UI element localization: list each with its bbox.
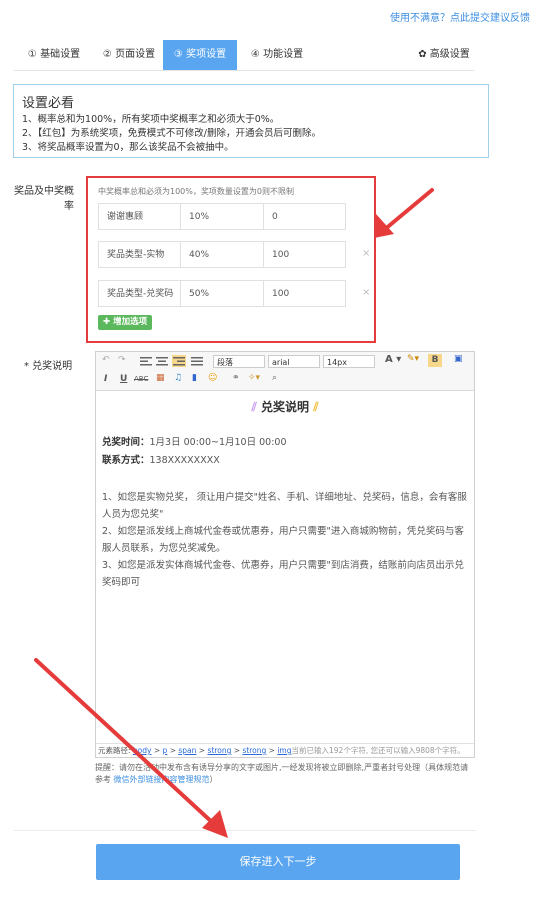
undo-icon[interactable]: ↶ xyxy=(102,355,110,365)
font-size-select[interactable]: 14px xyxy=(323,355,375,368)
divider xyxy=(14,830,476,831)
search-icon[interactable]: ⌕ xyxy=(272,373,277,383)
contact-line: 联系方式：138XXXXXXXX xyxy=(102,452,468,469)
content-reminder: 提醒：请勿在活动中发布含有诱导分享的文字或图片,一经发现将被立即删除,严重者封号… xyxy=(95,762,475,786)
tab-page-settings[interactable]: ② 页面设置 xyxy=(94,40,164,70)
video-icon[interactable]: ▮ xyxy=(192,373,197,383)
prize-name-input[interactable]: 谢谢惠顾 xyxy=(98,203,181,230)
prize-row: 奖品类型-实物 40% 100 xyxy=(98,241,346,268)
content-paragraph: 3、如您是派发实体商城代金卷、优惠券，用户只需要"到店消费，结账前向店员出示兑奖… xyxy=(102,560,464,588)
tab-basic-settings[interactable]: ① 基础设置 xyxy=(20,40,88,70)
image-icon[interactable]: ▦ xyxy=(156,373,165,383)
music-icon[interactable]: ♫ xyxy=(174,373,182,383)
underline-button[interactable]: U xyxy=(120,374,127,384)
rich-text-editor[interactable]: ↶ ↷ 段落 arial 14px A ▾ ✎▾ B ▣ I U ABC ▦ ♫… xyxy=(95,351,475,758)
prize-quantity-input[interactable]: 0 xyxy=(263,203,346,230)
editor-toolbar: ↶ ↷ 段落 arial 14px A ▾ ✎▾ B ▣ I U ABC ▦ ♫… xyxy=(96,352,474,391)
time-label: 兑奖时间： xyxy=(102,437,150,448)
feedback-link[interactable]: 使用不满意？点此提交建议反馈 xyxy=(390,9,530,24)
align-center-icon[interactable] xyxy=(156,357,168,366)
prize-probability-input[interactable]: 40% xyxy=(180,241,264,268)
path-link[interactable]: img xyxy=(277,746,291,755)
add-option-button[interactable]: ✚ 增加选项 xyxy=(98,315,153,330)
highlight-color-icon[interactable]: ✎▾ xyxy=(407,354,419,364)
char-count: 当前已输入192个字符, 您还可以输入9808个字符。 xyxy=(291,746,465,755)
save-next-button[interactable]: 保存进入下一步 xyxy=(96,844,460,880)
prize-quantity-input[interactable]: 100 xyxy=(263,241,346,268)
prize-quantity-input[interactable]: 100 xyxy=(263,280,346,307)
preview-icon[interactable]: ▣ xyxy=(454,354,463,364)
emoji-icon[interactable]: ☺ xyxy=(208,373,217,383)
contact-value: 138XXXXXXXX xyxy=(149,455,220,466)
exchange-time-line: 兑奖时间：1月3日 00:00~1月10日 00:00 xyxy=(102,434,468,451)
element-path-bar: 元素路径: body > p > span > strong > strong … xyxy=(96,743,474,757)
notice-line: 1、概率总和为100%，所有奖项中奖概率之和必须大于0%。 xyxy=(22,114,280,125)
decoration-icon: ⫽ xyxy=(251,400,257,414)
settings-tabs: ① 基础设置 ② 页面设置 ③ 奖项设置 ④ 功能设置 ✿ 高级设置 xyxy=(14,40,474,71)
prize-row: 谢谢惠顾 10% 0 xyxy=(98,203,346,230)
font-family-select[interactable]: arial xyxy=(268,355,320,368)
format-brush-icon[interactable]: ✧▾ xyxy=(248,373,260,383)
prize-name-input[interactable]: 奖品类型-兑奖码 xyxy=(98,280,181,307)
remove-row-icon[interactable]: × xyxy=(362,248,370,259)
prize-label-line: 奖品及中奖概 xyxy=(14,186,74,197)
content-paragraph: 2、如您是派发线上商城代金卷或优惠券，用户只需要"进入商城购物前，凭兑奖码与客服… xyxy=(102,526,464,554)
content-title: ⫽ 兑奖说明 ⫽ xyxy=(102,398,468,415)
italic-button[interactable]: I xyxy=(104,374,107,384)
prize-name-input[interactable]: 奖品类型-实物 xyxy=(98,241,181,268)
link-icon[interactable]: ⚭ xyxy=(232,373,240,383)
prize-section-label: 奖品及中奖概 率 xyxy=(10,184,74,214)
align-left-icon[interactable] xyxy=(140,357,152,366)
content-title-text: 兑奖说明 xyxy=(260,400,309,414)
align-right-icon[interactable] xyxy=(172,355,186,367)
tab-advanced-settings[interactable]: ✿ 高级设置 xyxy=(414,40,474,70)
path-link[interactable]: span xyxy=(178,746,196,755)
bold-button[interactable]: B xyxy=(428,354,442,367)
path-prefix: 元素路径: xyxy=(98,746,133,755)
prize-probability-input[interactable]: 50% xyxy=(180,280,264,307)
path-link[interactable]: strong xyxy=(242,746,266,755)
regulation-link[interactable]: 微信外部链接内容管理规范 xyxy=(114,775,210,784)
align-justify-icon[interactable] xyxy=(191,357,203,366)
time-value: 1月3日 00:00~1月10日 00:00 xyxy=(149,437,287,448)
tab-function-settings[interactable]: ④ 功能设置 xyxy=(242,40,312,70)
contact-label: 联系方式： xyxy=(102,455,150,466)
exchange-instructions-label: * 兑奖说明 xyxy=(24,361,73,372)
arrow-to-prize-table xyxy=(374,188,434,238)
redo-icon[interactable]: ↷ xyxy=(118,355,126,365)
prize-table-highlight: 中奖概率总和必须为100%，奖项数量设置为0则不限制 谢谢惠顾 10% 0 奖品… xyxy=(86,176,376,343)
notice-line: 2、【红包】为系统奖项，免费模式不可修改/删除，开通会员后可删除。 xyxy=(22,128,321,139)
path-link[interactable]: strong xyxy=(207,746,231,755)
prize-label-line: 率 xyxy=(64,201,74,212)
remove-row-icon[interactable]: × xyxy=(362,287,370,298)
notice-line: 3、将奖品概率设置为0，那么该奖品不会被抽中。 xyxy=(22,142,234,153)
content-paragraph: 1、如您是实物兑奖， 须让用户提交"姓名、手机、详细地址、兑奖码，信息，会有客服… xyxy=(102,492,467,520)
prize-hint: 中奖概率总和必须为100%，奖项数量设置为0则不限制 xyxy=(98,187,294,196)
font-color-icon[interactable]: A ▾ xyxy=(385,354,401,365)
decoration-icon: ⫽ xyxy=(313,400,319,414)
path-link[interactable]: p xyxy=(163,746,168,755)
notice-box: 设置必看 1、概率总和为100%，所有奖项中奖概率之和必须大于0%。 2、【红包… xyxy=(13,84,489,158)
path-link[interactable]: body xyxy=(133,746,152,755)
tab-prize-settings[interactable]: ③ 奖项设置 xyxy=(163,40,237,70)
prize-row: 奖品类型-兑奖码 50% 100 xyxy=(98,280,346,307)
strikethrough-button[interactable]: ABC xyxy=(134,375,148,383)
paragraph-select[interactable]: 段落 xyxy=(213,355,265,368)
prize-probability-input[interactable]: 10% xyxy=(180,203,264,230)
reminder-end: ） xyxy=(209,775,218,784)
notice-title: 设置必看 xyxy=(22,96,75,111)
